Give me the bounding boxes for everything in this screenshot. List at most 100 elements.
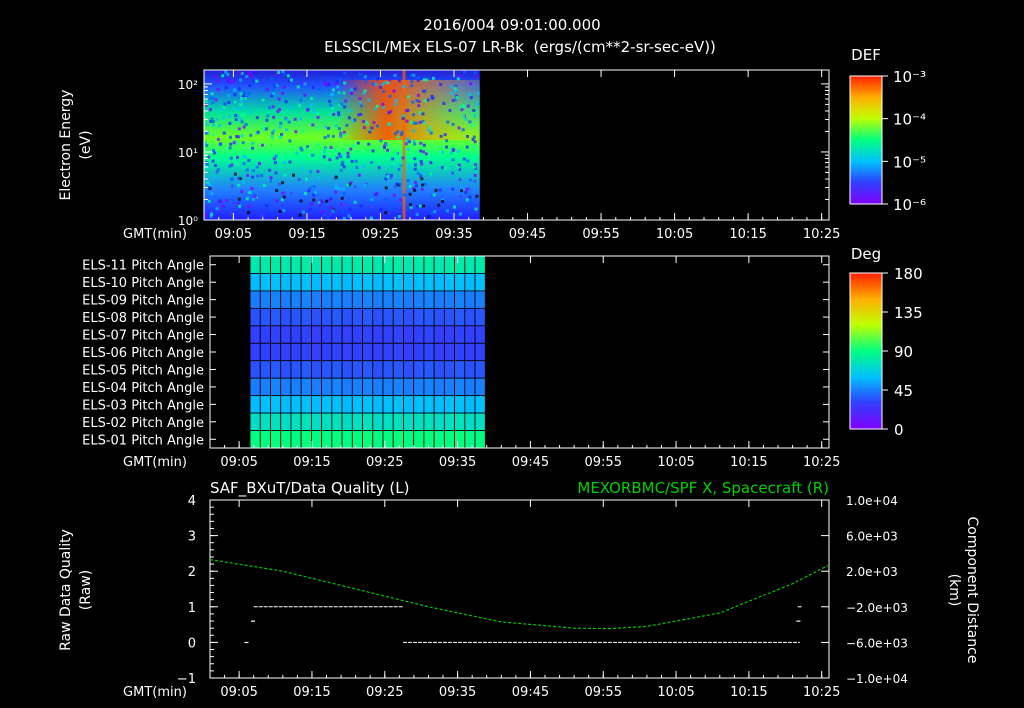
pitch-angle-cell bbox=[300, 273, 312, 292]
spectrogram-pixel bbox=[234, 121, 238, 125]
quality-series-point bbox=[796, 620, 801, 622]
pitch-angle-cell bbox=[443, 395, 455, 414]
spectrogram-pixel bbox=[331, 134, 335, 138]
spectrogram-pixel bbox=[468, 92, 472, 96]
spectrogram-pixel bbox=[373, 107, 377, 111]
pitch-angle-cell bbox=[392, 395, 404, 414]
spectrogram-pixel bbox=[339, 168, 343, 172]
spectrogram-xtick-label: 09:55 bbox=[582, 227, 619, 242]
pitch-angle-cell bbox=[454, 325, 466, 344]
spectrogram-pixel bbox=[300, 148, 304, 152]
spectrogram-pixel bbox=[244, 122, 248, 126]
quality-left-ytick-label: 3 bbox=[188, 530, 196, 545]
spectrogram-pixel bbox=[228, 164, 232, 168]
spectrogram-pixel bbox=[275, 84, 279, 88]
spectrogram-pixel bbox=[277, 71, 281, 75]
pitch-angle-cell bbox=[372, 360, 384, 379]
spectrogram-pixel bbox=[342, 165, 346, 169]
spectrogram-pixel bbox=[355, 165, 359, 169]
spectrogram-pixel bbox=[222, 116, 226, 120]
spectrogram-pixel bbox=[413, 157, 417, 161]
spectrogram-pixel bbox=[409, 205, 413, 209]
pitch-angle-cell bbox=[270, 395, 282, 414]
pitch-angle-cell bbox=[413, 430, 425, 449]
spectrogram-pixel bbox=[323, 125, 327, 129]
spectrogram-pixel bbox=[214, 98, 218, 102]
spectrogram-pixel bbox=[401, 117, 405, 121]
pitch-angle-cell bbox=[362, 395, 374, 414]
pitch-angle-cell bbox=[423, 342, 435, 362]
deg-colorbar-tick-label: 135 bbox=[894, 304, 923, 322]
spectrogram-pixel bbox=[357, 173, 361, 177]
spectrogram-pixel bbox=[379, 139, 383, 143]
quality-xtick-label: 09:55 bbox=[585, 685, 622, 700]
spectrogram-pixel bbox=[455, 95, 459, 99]
pitch-angle-cell bbox=[454, 290, 466, 309]
pitch-angle-cell bbox=[311, 360, 323, 379]
spectrogram-pixel bbox=[316, 115, 320, 119]
spectrogram-pixel bbox=[264, 204, 268, 208]
spectrogram-pixel bbox=[251, 197, 255, 201]
spectrogram-pixel bbox=[322, 150, 326, 154]
pitch-angle-cell bbox=[300, 307, 312, 327]
spectrogram-pixel bbox=[460, 108, 464, 112]
spectrogram-pixel bbox=[401, 156, 405, 160]
spectrogram-pixel bbox=[414, 184, 418, 188]
spectrogram-pixel bbox=[274, 171, 278, 175]
spectrogram-pixel bbox=[281, 91, 285, 95]
spectrogram-pixel bbox=[248, 191, 252, 195]
spectrogram-pixel bbox=[351, 119, 355, 123]
spectrogram-pixel bbox=[231, 184, 235, 188]
pitch-angle-cell bbox=[351, 412, 363, 431]
spectrogram-pixel bbox=[286, 74, 290, 78]
spectrogram-pixel bbox=[298, 209, 302, 213]
spectrogram-pixel bbox=[465, 187, 469, 191]
spectrogram-pixel bbox=[418, 215, 422, 219]
pitch-angle-cell bbox=[372, 290, 384, 309]
pitch-angle-cell bbox=[311, 255, 323, 274]
spectrogram-pixel bbox=[345, 123, 349, 127]
spectrogram-pixel bbox=[271, 131, 275, 135]
spectrogram-pixel bbox=[374, 193, 378, 197]
spectrogram-pixel bbox=[231, 205, 235, 209]
spectrogram-pixel bbox=[260, 214, 264, 218]
spectrogram-pixel bbox=[466, 104, 470, 108]
spectrogram-pixel bbox=[420, 162, 424, 166]
quality-right-ytick-label: 1.0e+04 bbox=[846, 494, 898, 508]
pitch-angle-cell bbox=[311, 307, 323, 327]
spectrogram-pixel bbox=[266, 114, 270, 118]
spectrogram-pixel bbox=[393, 184, 397, 188]
spectrogram-pixel bbox=[468, 120, 472, 124]
spectrogram-pixel bbox=[382, 89, 386, 93]
spectrogram-pixel bbox=[381, 83, 385, 87]
spectrogram-pixel bbox=[449, 151, 453, 155]
pitch-angle-cell bbox=[433, 290, 445, 309]
spectrogram-pixel bbox=[218, 124, 222, 128]
spectrogram-pixel bbox=[309, 170, 313, 174]
pitch-angle-cell bbox=[474, 395, 486, 414]
spectrogram-pixel bbox=[386, 81, 390, 85]
def-colorbar-ticks: 10⁻³ 10⁻⁴ 10⁻⁵ 10⁻⁶ bbox=[882, 68, 926, 214]
spectrogram-pixel bbox=[241, 134, 245, 138]
spectrogram-pixel bbox=[228, 135, 232, 139]
pitch-angle-xtick-label: 09:45 bbox=[512, 455, 549, 470]
spectrogram-pixel bbox=[270, 94, 274, 98]
quality-xtick-label: 09:35 bbox=[439, 685, 476, 700]
pitch-angle-cell bbox=[392, 307, 404, 327]
spectrogram-pixel bbox=[359, 104, 363, 108]
spectrogram-pixel bbox=[417, 104, 421, 108]
pitch-angle-cell bbox=[382, 377, 394, 397]
pitch-angle-cell bbox=[474, 360, 486, 379]
pitch-angle-cell bbox=[392, 342, 404, 362]
pitch-angle-cell bbox=[280, 290, 292, 309]
pitch-angle-cell bbox=[331, 412, 343, 431]
pitch-angle-cell bbox=[351, 395, 363, 414]
spectrogram-pixel bbox=[337, 127, 341, 131]
spectrogram-pixel bbox=[270, 208, 274, 212]
pitch-angle-cell bbox=[464, 342, 476, 362]
spectrogram-pixel bbox=[250, 141, 254, 145]
spectrogram-pixel bbox=[443, 166, 447, 170]
spectrogram-pixel bbox=[468, 201, 472, 205]
spectrogram-pixel bbox=[278, 209, 282, 213]
spectrogram-pixel bbox=[239, 103, 243, 107]
